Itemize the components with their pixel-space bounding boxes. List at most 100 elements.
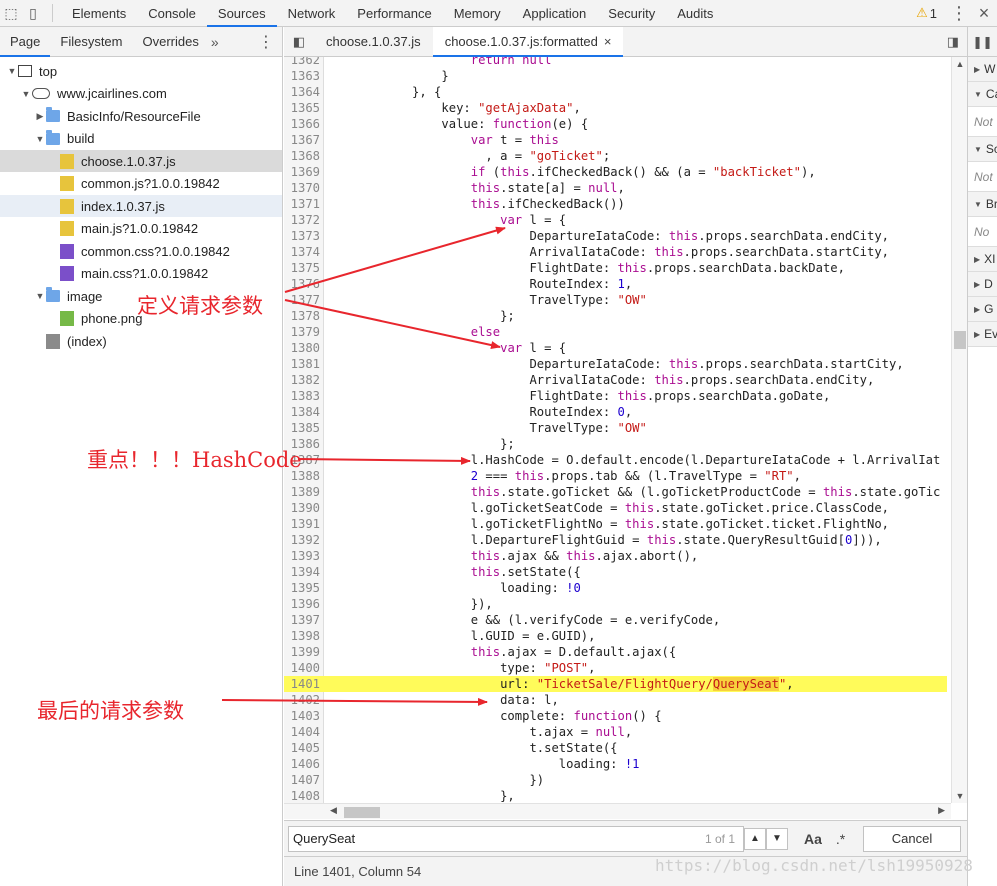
code-line[interactable]: 1365 key: "getAjaxData", bbox=[284, 100, 947, 116]
code-line[interactable]: 1400 type: "POST", bbox=[284, 660, 947, 676]
line-number[interactable]: 1393 bbox=[284, 548, 320, 564]
editor-tab[interactable]: choose.1.0.37.js:formatted × bbox=[432, 26, 624, 57]
debugger-section-header[interactable]: ▼Sc bbox=[968, 137, 997, 162]
search-previous-button[interactable]: ▲ bbox=[744, 827, 766, 850]
line-number[interactable]: 1376 bbox=[284, 276, 320, 292]
tab-performance[interactable]: Performance bbox=[346, 0, 442, 27]
line-number[interactable]: 1389 bbox=[284, 484, 320, 500]
debugger-section-header[interactable]: ▶ D bbox=[968, 272, 997, 297]
code-line[interactable]: 1384 RouteIndex: 0, bbox=[284, 404, 947, 420]
line-number[interactable]: 1374 bbox=[284, 244, 320, 260]
close-devtools-icon[interactable]: × bbox=[971, 3, 997, 24]
code-line[interactable]: 1368 , a = "goTicket"; bbox=[284, 148, 947, 164]
line-number[interactable]: 1392 bbox=[284, 532, 320, 548]
line-number[interactable]: 1379 bbox=[284, 324, 320, 340]
line-number[interactable]: 1367 bbox=[284, 132, 320, 148]
code-editor[interactable]: 1362 return null 1363 } 1364 }, {1365 key:… bbox=[284, 57, 967, 803]
tab-memory[interactable]: Memory bbox=[443, 0, 512, 27]
inspect-element-icon[interactable]: ⬚ bbox=[0, 2, 22, 24]
code-line[interactable]: 1399 this.ajax = D.default.ajax({ bbox=[284, 644, 947, 660]
line-number[interactable]: 1372 bbox=[284, 212, 320, 228]
debugger-section-header[interactable]: ▶ Ev bbox=[968, 322, 997, 347]
line-number[interactable]: 1397 bbox=[284, 612, 320, 628]
code-line[interactable]: 1376 RouteIndex: 1, bbox=[284, 276, 947, 292]
code-line[interactable]: 1401 url: "TicketSale/FlightQuery/QueryS… bbox=[284, 676, 947, 692]
pause-button[interactable]: ❚❚ bbox=[968, 27, 997, 57]
line-number[interactable]: 1391 bbox=[284, 516, 320, 532]
tree-item[interactable]: common.js?1.0.0.19842 bbox=[0, 173, 282, 195]
line-number[interactable]: 1370 bbox=[284, 180, 320, 196]
more-tabs-icon[interactable]: » bbox=[211, 34, 219, 50]
scroll-down-icon[interactable]: ▼ bbox=[952, 791, 967, 801]
code-line[interactable]: 1369 if (this.ifCheckedBack() && (a = "b… bbox=[284, 164, 947, 180]
search-next-button[interactable]: ▼ bbox=[766, 827, 788, 850]
code-line[interactable]: 1391 l.goTicketFlightNo = this.state.goT… bbox=[284, 516, 947, 532]
code-line[interactable]: 1362 return null bbox=[284, 57, 947, 68]
toggle-navigator-icon[interactable]: ◧ bbox=[284, 34, 314, 50]
line-number[interactable]: 1373 bbox=[284, 228, 320, 244]
code-line[interactable]: 1392 l.DepartureFlightGuid = this.state.… bbox=[284, 532, 947, 548]
code-line[interactable]: 1374 ArrivalIataCode: this.props.searchD… bbox=[284, 244, 947, 260]
line-number[interactable]: 1380 bbox=[284, 340, 320, 356]
line-number[interactable]: 1399 bbox=[284, 644, 320, 660]
debugger-section-header[interactable]: ▼ Br bbox=[968, 192, 997, 217]
line-number[interactable]: 1382 bbox=[284, 372, 320, 388]
device-toolbar-icon[interactable]: ▯ bbox=[22, 2, 44, 24]
line-number[interactable]: 1405 bbox=[284, 740, 320, 756]
close-tab-icon[interactable]: × bbox=[604, 34, 612, 49]
tree-item[interactable]: ▼ top bbox=[0, 60, 282, 82]
code-line[interactable]: 1404 t.ajax = null, bbox=[284, 724, 947, 740]
line-number[interactable]: 1401 bbox=[284, 676, 320, 692]
code-line[interactable]: 1383 FlightDate: this.props.searchData.g… bbox=[284, 388, 947, 404]
code-line[interactable]: 1388 2 === this.props.tab && (l.TravelTy… bbox=[284, 468, 947, 484]
code-line[interactable]: 1382 ArrivalIataCode: this.props.searchD… bbox=[284, 372, 947, 388]
line-number[interactable]: 1384 bbox=[284, 404, 320, 420]
tree-item[interactable]: ▼ build bbox=[0, 128, 282, 150]
line-number[interactable]: 1383 bbox=[284, 388, 320, 404]
collapsed-arrow-icon[interactable]: ▶ bbox=[34, 111, 46, 122]
code-line[interactable]: 1408 }, bbox=[284, 788, 947, 803]
code-line[interactable]: 1373 DepartureIataCode: this.props.searc… bbox=[284, 228, 947, 244]
code-line[interactable]: 1366 value: function(e) { bbox=[284, 116, 947, 132]
tree-item[interactable]: index.1.0.37.js bbox=[0, 195, 282, 217]
warning-counter[interactable]: ⚠ 1 bbox=[916, 5, 937, 21]
debugger-section-header[interactable]: ▶ W bbox=[968, 57, 997, 82]
line-number[interactable]: 1406 bbox=[284, 756, 320, 772]
code-line[interactable]: 1407 }) bbox=[284, 772, 947, 788]
scroll-up-icon[interactable]: ▲ bbox=[952, 59, 967, 69]
navigator-tab-page[interactable]: Page bbox=[0, 27, 51, 57]
line-number[interactable]: 1377 bbox=[284, 292, 320, 308]
code-line[interactable]: 1405 t.setState({ bbox=[284, 740, 947, 756]
expanded-arrow-icon[interactable]: ▼ bbox=[6, 66, 18, 76]
code-line[interactable]: 1393 this.ajax && this.ajax.abort(), bbox=[284, 548, 947, 564]
code-line[interactable]: 1390 l.goTicketSeatCode = this.state.goT… bbox=[284, 500, 947, 516]
tab-sources[interactable]: Sources bbox=[206, 0, 277, 27]
line-number[interactable]: 1364 bbox=[284, 84, 320, 100]
tree-item[interactable]: common.css?1.0.0.19842 bbox=[0, 240, 282, 262]
code-line[interactable]: 1371 this.ifCheckedBack()) bbox=[284, 196, 947, 212]
tab-console[interactable]: Console bbox=[137, 0, 207, 27]
code-line[interactable]: 1380 var l = { bbox=[284, 340, 947, 356]
vertical-scrollbar[interactable]: ▲ ▼ bbox=[951, 57, 967, 803]
debugger-section-header[interactable]: ▶ XI bbox=[968, 247, 997, 272]
line-number[interactable]: 1378 bbox=[284, 308, 320, 324]
tab-audits[interactable]: Audits bbox=[666, 0, 724, 27]
line-number[interactable]: 1395 bbox=[284, 580, 320, 596]
code-line[interactable]: 1389 this.state.goTicket && (l.goTicketP… bbox=[284, 484, 947, 500]
code-line[interactable]: 1385 TravelType: "OW" bbox=[284, 420, 947, 436]
scroll-left-icon[interactable]: ◀ bbox=[330, 805, 337, 816]
code-line[interactable]: 1372 var l = { bbox=[284, 212, 947, 228]
code-line[interactable]: 1363 } bbox=[284, 68, 947, 84]
line-number[interactable]: 1400 bbox=[284, 660, 320, 676]
tree-item[interactable]: main.css?1.0.0.19842 bbox=[0, 263, 282, 285]
line-number[interactable]: 1390 bbox=[284, 500, 320, 516]
navigator-tab-filesystem[interactable]: Filesystem bbox=[50, 27, 132, 57]
code-line[interactable]: 1397 e && (l.verifyCode = e.verifyCode, bbox=[284, 612, 947, 628]
debugger-section-header[interactable]: ▼Ca bbox=[968, 82, 997, 107]
code-line[interactable]: 1394 this.setState({ bbox=[284, 564, 947, 580]
horizontal-scrollbar[interactable]: ◀ ▶ bbox=[284, 803, 951, 819]
tab-security[interactable]: Security bbox=[597, 0, 666, 27]
expanded-arrow-icon[interactable]: ▼ bbox=[20, 89, 32, 99]
line-number[interactable]: 1381 bbox=[284, 356, 320, 372]
expanded-arrow-icon[interactable]: ▼ bbox=[34, 134, 46, 144]
